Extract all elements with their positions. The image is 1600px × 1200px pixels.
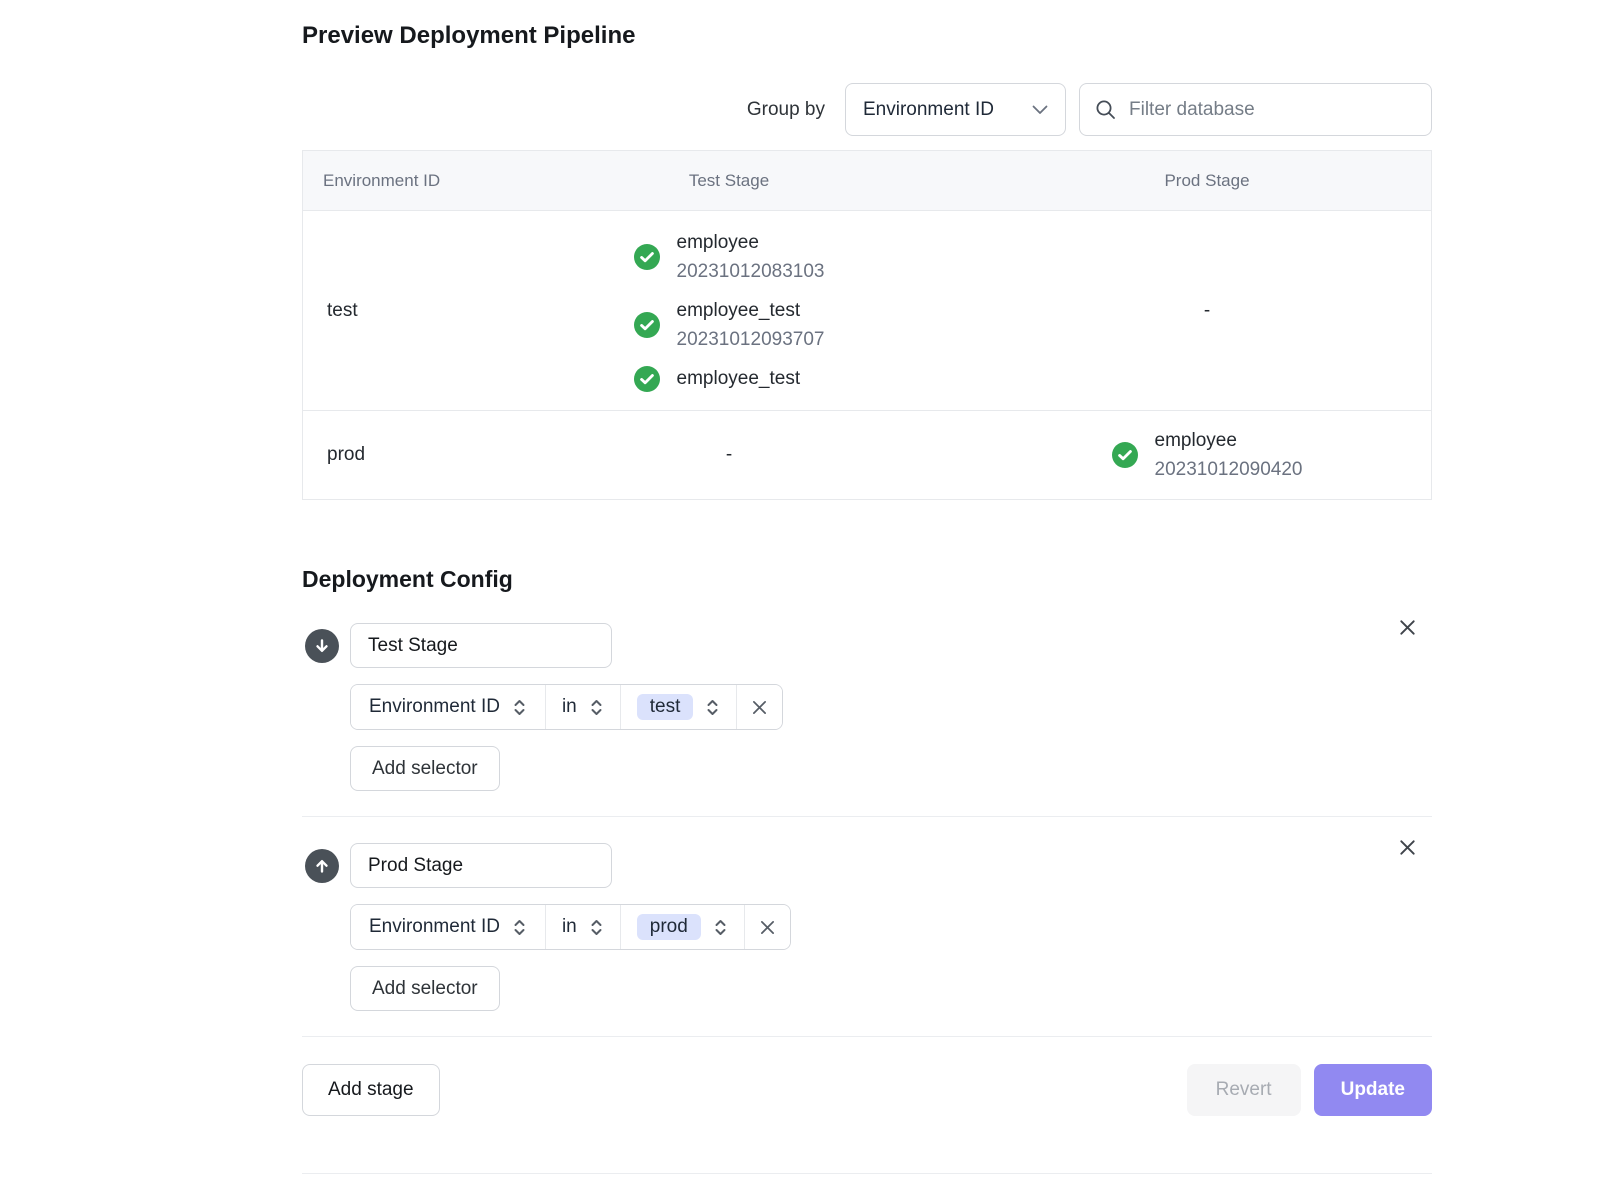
- chevron-down-icon: [1032, 105, 1048, 115]
- search-icon: [1095, 99, 1116, 120]
- footer-top-divider: [302, 1036, 1432, 1037]
- filter-database-input[interactable]: [1127, 98, 1416, 122]
- selector-field-select[interactable]: Environment ID: [351, 685, 545, 729]
- remove-stage-button[interactable]: [1393, 833, 1422, 862]
- close-icon: [1397, 837, 1418, 858]
- add-stage-button[interactable]: Add stage: [302, 1064, 440, 1116]
- selector-operator-select[interactable]: in: [545, 685, 620, 729]
- stage-divider: [302, 816, 1432, 817]
- chevron-up-down-icon: [705, 697, 720, 718]
- move-stage-down-button[interactable]: [305, 629, 339, 663]
- update-button[interactable]: Update: [1314, 1064, 1432, 1116]
- database-item: employee_test 20231012093707: [634, 296, 825, 354]
- revert-button[interactable]: Revert: [1187, 1064, 1301, 1116]
- chevron-up-down-icon: [512, 697, 527, 718]
- database-version: 20231012090420: [1155, 455, 1303, 484]
- selector-value-select[interactable]: test: [620, 685, 737, 729]
- selector-value-select[interactable]: prod: [620, 905, 744, 949]
- selector-bar: Environment ID in test: [350, 684, 783, 730]
- check-circle-icon: [634, 366, 660, 392]
- footer-actions: Add stage Revert Update: [302, 1064, 1432, 1116]
- environment-id-cell: prod: [303, 444, 477, 466]
- arrow-up-icon: [313, 857, 331, 875]
- close-icon: [1397, 617, 1418, 638]
- chevron-up-down-icon: [589, 697, 604, 718]
- pipeline-row-test: test employee 20231012083103 employee_te…: [303, 211, 1431, 410]
- database-name: employee: [677, 228, 825, 257]
- environment-id-cell: test: [303, 300, 477, 322]
- chevron-up-down-icon: [512, 917, 527, 938]
- stage-block-prod: Environment ID in prod: [302, 843, 1432, 1011]
- selector-operator-select[interactable]: in: [545, 905, 620, 949]
- chevron-up-down-icon: [589, 917, 604, 938]
- database-version: 20231012093707: [677, 325, 825, 354]
- database-name: employee_test: [677, 296, 825, 325]
- check-circle-icon: [1112, 442, 1138, 468]
- x-icon: [758, 918, 777, 937]
- x-icon: [750, 698, 769, 717]
- column-header-prod-stage: Prod Stage: [981, 171, 1433, 191]
- selector-operator-value: in: [562, 916, 577, 938]
- move-stage-up-button[interactable]: [305, 849, 339, 883]
- selector-bar: Environment ID in prod: [350, 904, 791, 950]
- database-item: employee 20231012083103: [634, 228, 825, 286]
- column-header-test-stage: Test Stage: [477, 171, 981, 191]
- remove-selector-button[interactable]: [744, 905, 790, 949]
- bottom-divider: [302, 1173, 1432, 1174]
- toolbar: Group by Environment ID: [302, 83, 1432, 136]
- pipeline-table: Environment ID Test Stage Prod Stage tes…: [302, 150, 1432, 500]
- database-item: employee 20231012090420: [1112, 426, 1303, 484]
- add-selector-button[interactable]: Add selector: [350, 746, 500, 791]
- chevron-up-down-icon: [713, 917, 728, 938]
- check-circle-icon: [634, 312, 660, 338]
- column-header-environment-id: Environment ID: [303, 171, 477, 191]
- database-name: employee: [1155, 426, 1303, 455]
- database-item: employee_test: [634, 364, 825, 393]
- pipeline-row-prod: prod - employee 20231012090420: [303, 410, 1431, 499]
- selector-value-pill: prod: [637, 914, 701, 940]
- group-by-selected-value: Environment ID: [863, 99, 994, 121]
- group-by-label: Group by: [747, 99, 825, 121]
- pipeline-table-header: Environment ID Test Stage Prod Stage: [303, 151, 1431, 211]
- main-content: Preview Deployment Pipeline Group by Env…: [302, 0, 1432, 1174]
- selector-value-pill: test: [637, 694, 694, 720]
- selector-operator-value: in: [562, 696, 577, 718]
- selector-field-select[interactable]: Environment ID: [351, 905, 545, 949]
- deployment-config-heading: Deployment Config: [302, 566, 1432, 593]
- remove-stage-button[interactable]: [1393, 613, 1422, 642]
- database-version: 20231012083103: [677, 257, 825, 286]
- group-by-select[interactable]: Environment ID: [845, 83, 1066, 136]
- selector-field-value: Environment ID: [369, 696, 500, 718]
- arrow-down-icon: [313, 637, 331, 655]
- remove-selector-button[interactable]: [736, 685, 782, 729]
- stage-name-input[interactable]: [350, 623, 612, 668]
- stage-block-test: Environment ID in test: [302, 623, 1432, 791]
- empty-cell-dash: -: [477, 444, 981, 466]
- filter-database-box: [1079, 83, 1432, 136]
- database-name: employee_test: [677, 364, 801, 393]
- empty-cell-dash: -: [981, 300, 1433, 322]
- test-stage-cell: employee 20231012083103 employee_test 20…: [477, 228, 981, 393]
- stage-name-input[interactable]: [350, 843, 612, 888]
- add-selector-button[interactable]: Add selector: [350, 966, 500, 1011]
- page-title: Preview Deployment Pipeline: [302, 22, 1432, 50]
- selector-field-value: Environment ID: [369, 916, 500, 938]
- check-circle-icon: [634, 244, 660, 270]
- prod-stage-cell: employee 20231012090420: [981, 426, 1433, 484]
